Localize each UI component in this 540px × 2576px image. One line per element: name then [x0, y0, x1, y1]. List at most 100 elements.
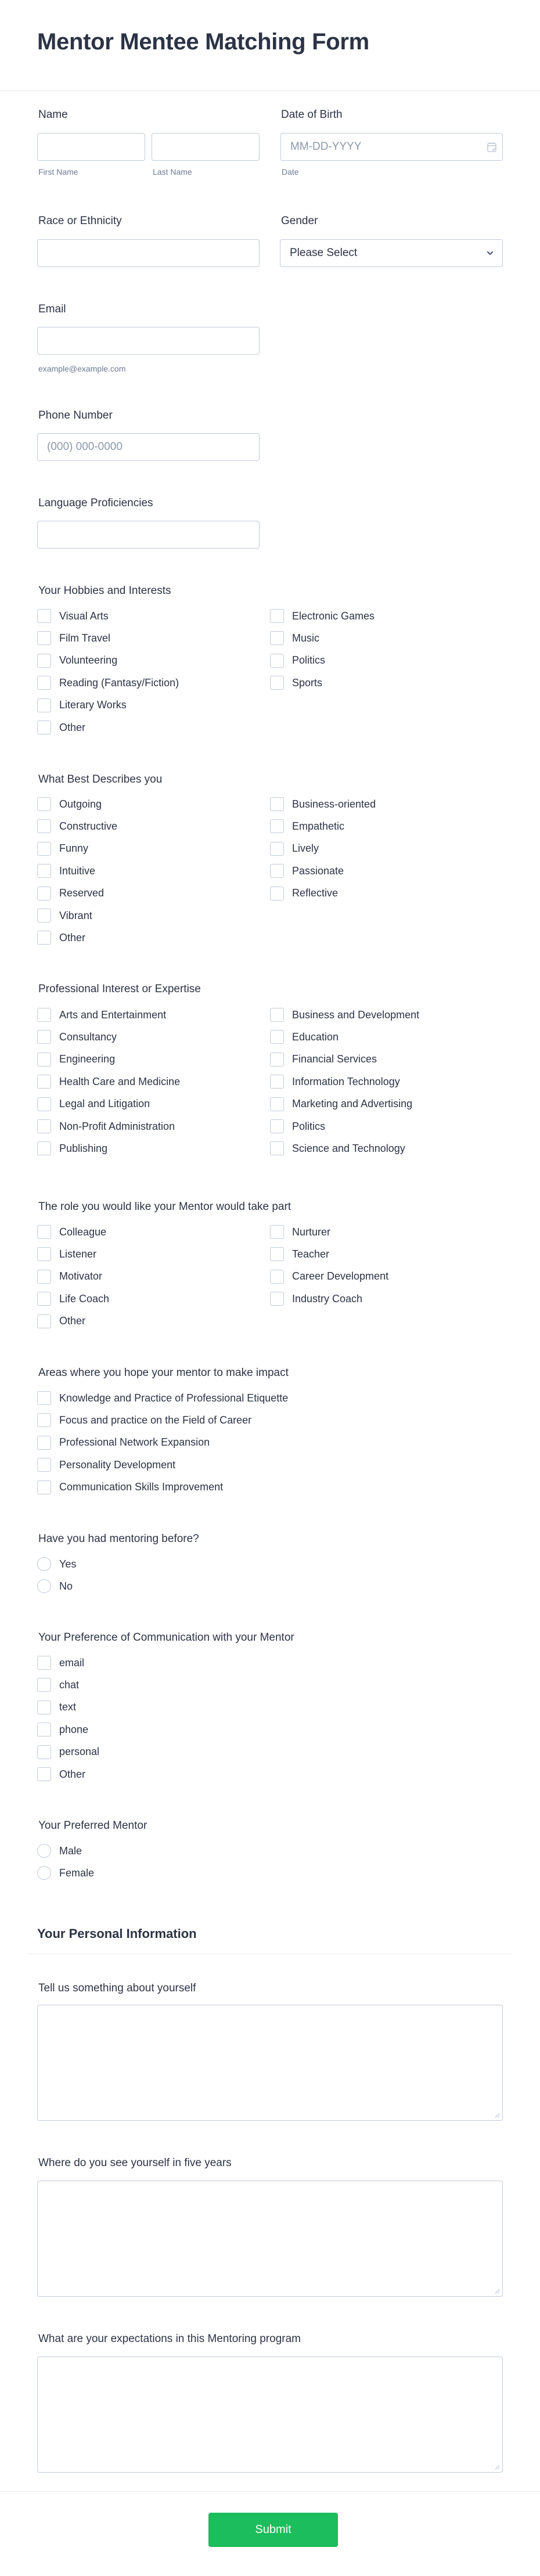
checkbox[interactable]: [37, 1413, 51, 1428]
communication-option[interactable]: text: [37, 1700, 76, 1714]
professional-option[interactable]: Science and Technology: [270, 1141, 405, 1156]
resize-handle-icon[interactable]: [494, 2112, 500, 2118]
resize-handle-icon[interactable]: [494, 2464, 500, 2470]
professional-option[interactable]: Legal and Litigation: [37, 1097, 150, 1111]
impact-option[interactable]: Knowledge and Practice of Professional E…: [37, 1391, 288, 1405]
phone-input[interactable]: (000) 000-0000: [37, 433, 260, 461]
checkbox[interactable]: [37, 1097, 51, 1111]
checkbox[interactable]: [37, 653, 51, 668]
radio-button[interactable]: [37, 1579, 51, 1594]
describes-option[interactable]: Empathetic: [270, 819, 344, 834]
resize-handle-icon[interactable]: [494, 2288, 500, 2294]
checkbox[interactable]: [270, 819, 284, 834]
checkbox[interactable]: [270, 1052, 284, 1067]
checkbox[interactable]: [37, 1141, 51, 1156]
professional-option[interactable]: Arts and Entertainment: [37, 1008, 166, 1022]
checkbox[interactable]: [37, 676, 51, 690]
hobby-option[interactable]: Electronic Games: [270, 609, 375, 623]
professional-option[interactable]: Politics: [270, 1119, 325, 1133]
checkbox[interactable]: [37, 1723, 51, 1737]
checkbox[interactable]: [37, 909, 51, 923]
communication-option[interactable]: Other: [37, 1767, 85, 1781]
checkbox[interactable]: [37, 609, 51, 623]
language-input[interactable]: [37, 521, 260, 549]
mentoring-before-option[interactable]: Yes: [37, 1557, 76, 1571]
checkbox[interactable]: [37, 1480, 51, 1494]
checkbox[interactable]: [37, 864, 51, 878]
checkbox[interactable]: [37, 720, 51, 734]
first-name-input[interactable]: [37, 133, 145, 161]
checkbox[interactable]: [270, 1141, 284, 1156]
hobby-option[interactable]: Other: [37, 720, 85, 734]
email-input[interactable]: [37, 327, 260, 355]
checkbox[interactable]: [37, 1391, 51, 1405]
professional-option[interactable]: Education: [270, 1030, 339, 1044]
professional-option[interactable]: Information Technology: [270, 1075, 400, 1089]
hobby-option[interactable]: Volunteering: [37, 653, 117, 668]
five-years-textarea[interactable]: [37, 2181, 503, 2297]
hobby-option[interactable]: Music: [270, 631, 319, 646]
last-name-input[interactable]: [152, 133, 260, 161]
preferred-mentor-option[interactable]: Female: [37, 1866, 94, 1880]
impact-option[interactable]: Focus and practice on the Field of Caree…: [37, 1413, 251, 1428]
checkbox[interactable]: [37, 1458, 51, 1472]
radio-button[interactable]: [37, 1844, 51, 1858]
professional-option[interactable]: Health Care and Medicine: [37, 1075, 180, 1089]
submit-button[interactable]: Submit: [208, 2513, 338, 2547]
calendar-icon[interactable]: [487, 142, 496, 152]
describes-option[interactable]: Passionate: [270, 864, 344, 878]
describes-option[interactable]: Business-oriented: [270, 797, 376, 811]
checkbox[interactable]: [37, 1030, 51, 1044]
checkbox[interactable]: [270, 797, 284, 811]
radio-button[interactable]: [37, 1557, 51, 1571]
impact-option[interactable]: Professional Network Expansion: [37, 1435, 210, 1450]
checkbox[interactable]: [37, 1745, 51, 1759]
checkbox[interactable]: [37, 1269, 51, 1284]
dob-input[interactable]: MM-DD-YYYY: [280, 133, 503, 161]
checkbox[interactable]: [37, 931, 51, 945]
professional-option[interactable]: Business and Development: [270, 1008, 419, 1022]
expectations-textarea[interactable]: [37, 2357, 503, 2473]
checkbox[interactable]: [270, 1269, 284, 1284]
checkbox[interactable]: [270, 841, 284, 856]
role-option[interactable]: Life Coach: [37, 1292, 109, 1306]
checkbox[interactable]: [37, 1314, 51, 1328]
checkbox[interactable]: [270, 1119, 284, 1133]
about-textarea[interactable]: [37, 2005, 503, 2121]
checkbox[interactable]: [270, 1008, 284, 1022]
professional-option[interactable]: Marketing and Advertising: [270, 1097, 412, 1111]
preferred-mentor-option[interactable]: Male: [37, 1844, 82, 1858]
checkbox[interactable]: [270, 676, 284, 690]
checkbox[interactable]: [37, 1292, 51, 1306]
checkbox[interactable]: [37, 698, 51, 712]
role-option[interactable]: Nurturer: [270, 1225, 330, 1239]
checkbox[interactable]: [37, 1119, 51, 1133]
hobby-option[interactable]: Film Travel: [37, 631, 110, 646]
impact-option[interactable]: Personality Development: [37, 1458, 175, 1472]
checkbox[interactable]: [270, 886, 284, 900]
checkbox[interactable]: [37, 1435, 51, 1450]
gender-select[interactable]: Please Select: [280, 239, 503, 267]
radio-button[interactable]: [37, 1866, 51, 1880]
checkbox[interactable]: [37, 1678, 51, 1692]
communication-option[interactable]: chat: [37, 1678, 79, 1692]
checkbox[interactable]: [37, 1656, 51, 1670]
checkbox[interactable]: [270, 1225, 284, 1239]
checkbox[interactable]: [37, 797, 51, 811]
checkbox[interactable]: [37, 886, 51, 900]
checkbox[interactable]: [270, 1097, 284, 1111]
checkbox[interactable]: [37, 1008, 51, 1022]
checkbox[interactable]: [37, 631, 51, 646]
communication-option[interactable]: email: [37, 1656, 84, 1670]
role-option[interactable]: Listener: [37, 1247, 96, 1262]
checkbox[interactable]: [270, 1247, 284, 1262]
race-input[interactable]: [37, 239, 260, 267]
role-option[interactable]: Industry Coach: [270, 1292, 362, 1306]
checkbox[interactable]: [37, 1075, 51, 1089]
describes-option[interactable]: Lively: [270, 841, 319, 856]
describes-option[interactable]: Other: [37, 931, 85, 945]
mentoring-before-option[interactable]: No: [37, 1579, 73, 1594]
professional-option[interactable]: Non-Profit Administration: [37, 1119, 175, 1133]
communication-option[interactable]: phone: [37, 1723, 88, 1737]
describes-option[interactable]: Reflective: [270, 886, 338, 900]
